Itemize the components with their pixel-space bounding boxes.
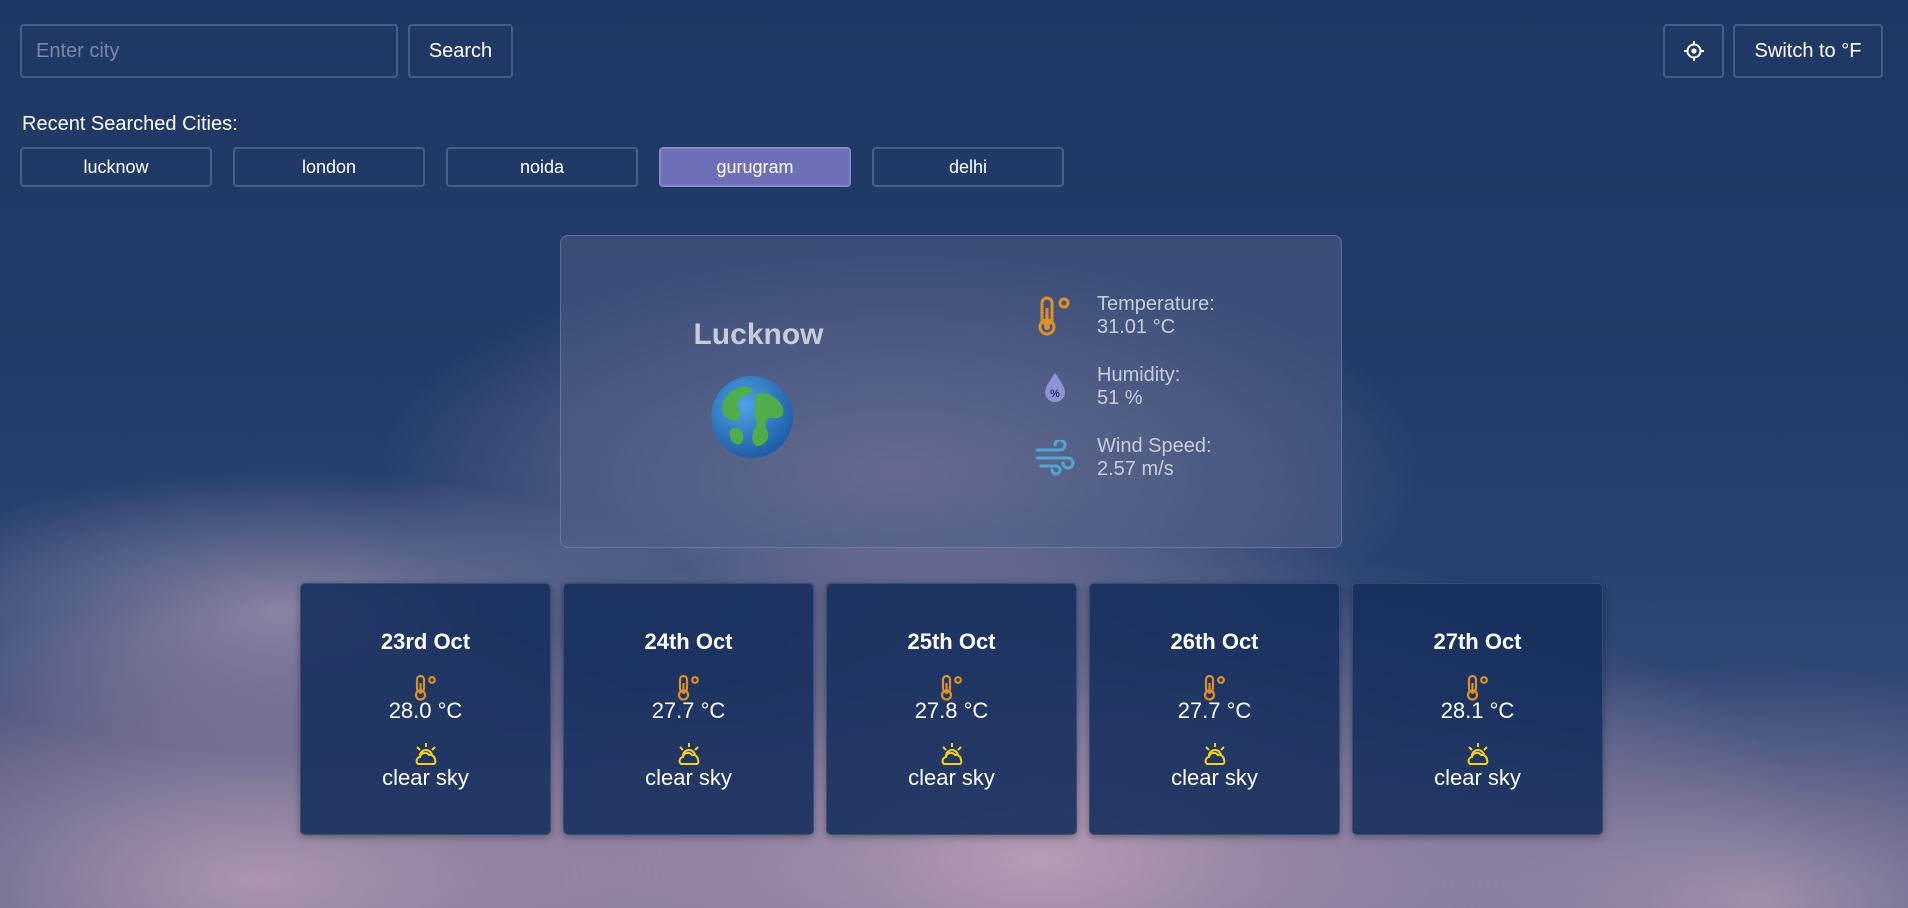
humidity-value: 51 % bbox=[1097, 387, 1143, 409]
forecast-condition: clear sky bbox=[382, 765, 469, 790]
search-button[interactable]: Search bbox=[408, 24, 513, 78]
forecast-date: 24th Oct bbox=[644, 629, 733, 654]
recent-city-delhi[interactable]: delhi bbox=[872, 147, 1064, 187]
thermometer-icon bbox=[1031, 292, 1079, 340]
current-weather-card: Lucknow Temperature: 31.01 °C % Humidity… bbox=[560, 235, 1342, 548]
forecast-temperature: 27.7 °C bbox=[1177, 698, 1252, 723]
globe-icon bbox=[711, 376, 793, 458]
forecast-card: 24th Oct 27.7 °C clear sky bbox=[563, 583, 814, 835]
temperature-stat: Temperature: 31.01 °C bbox=[1031, 292, 1215, 340]
partly-cloudy-icon bbox=[678, 743, 699, 765]
wind-stat: Wind Speed: 2.57 m/s bbox=[1031, 434, 1212, 482]
forecast-date: 26th Oct bbox=[1170, 629, 1259, 654]
recent-city-london[interactable]: london bbox=[233, 147, 425, 187]
city-name: Lucknow bbox=[693, 318, 824, 351]
forecast-condition: clear sky bbox=[645, 765, 732, 790]
forecast-date: 27th Oct bbox=[1433, 629, 1522, 654]
city-search-input[interactable] bbox=[20, 24, 398, 78]
forecast-temperature: 27.7 °C bbox=[651, 698, 726, 723]
forecast-temperature: 27.8 °C bbox=[914, 698, 989, 723]
forecast-condition: clear sky bbox=[1434, 765, 1521, 790]
recent-city-lucknow[interactable]: lucknow bbox=[20, 147, 212, 187]
forecast-list: 23rd Oct 28.0 °C clear sky 24th Oct 27.7… bbox=[300, 583, 1603, 835]
forecast-condition: clear sky bbox=[1171, 765, 1258, 790]
humidity-drop-icon: % bbox=[1031, 363, 1079, 411]
forecast-temperature: 28.0 °C bbox=[388, 698, 463, 723]
forecast-card: 27th Oct 28.1 °C clear sky bbox=[1352, 583, 1603, 835]
current-location-button[interactable] bbox=[1663, 24, 1724, 78]
recent-cities-label: Recent Searched Cities: bbox=[22, 113, 238, 135]
wind-speed-label: Wind Speed: bbox=[1097, 435, 1212, 457]
temperature-value: 31.01 °C bbox=[1097, 316, 1176, 338]
forecast-card: 25th Oct 27.8 °C clear sky bbox=[826, 583, 1077, 835]
humidity-stat: % Humidity: 51 % bbox=[1031, 363, 1180, 411]
wind-icon bbox=[1031, 434, 1079, 482]
forecast-date: 25th Oct bbox=[907, 629, 996, 654]
recent-city-noida[interactable]: noida bbox=[446, 147, 638, 187]
partly-cloudy-icon bbox=[415, 743, 436, 765]
forecast-card: 26th Oct 27.7 °C clear sky bbox=[1089, 583, 1340, 835]
forecast-temperature: 28.1 °C bbox=[1440, 698, 1515, 723]
recent-city-gurugram[interactable]: gurugram bbox=[659, 147, 851, 187]
forecast-condition: clear sky bbox=[908, 765, 995, 790]
forecast-date: 23rd Oct bbox=[380, 629, 471, 654]
partly-cloudy-icon bbox=[941, 743, 962, 765]
svg-text:%: % bbox=[1050, 388, 1060, 400]
forecast-card: 23rd Oct 28.0 °C clear sky bbox=[300, 583, 551, 835]
crosshair-icon bbox=[1683, 41, 1704, 61]
unit-toggle-button[interactable]: Switch to °F bbox=[1733, 24, 1883, 78]
wind-speed-value: 2.57 m/s bbox=[1097, 458, 1174, 480]
partly-cloudy-icon bbox=[1204, 743, 1225, 765]
partly-cloudy-icon bbox=[1467, 743, 1488, 765]
temperature-label: Temperature: bbox=[1097, 293, 1215, 315]
recent-cities-list: lucknow london noida gurugram delhi bbox=[20, 147, 1064, 187]
humidity-label: Humidity: bbox=[1097, 364, 1181, 386]
